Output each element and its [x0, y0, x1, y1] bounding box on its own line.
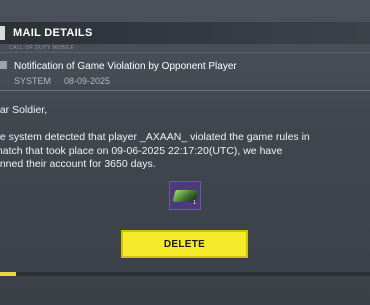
mail-icon [0, 61, 7, 69]
mail-sender: SYSTEM [14, 76, 52, 86]
delete-button[interactable]: DELETE [121, 230, 248, 258]
attachment-item[interactable]: 1 [169, 181, 201, 210]
title-marker [0, 26, 5, 40]
subject-divider [0, 90, 370, 91]
header-divider [0, 52, 370, 53]
mail-date: 08-09-2025 [64, 76, 111, 86]
mail-subject: Notification of Game Violation by Oppone… [14, 61, 237, 72]
attachment-count: 1 [193, 200, 196, 206]
mail-body-line: match that took place on 09-06-2025 22:1… [0, 145, 283, 157]
mail-body-line: anned their account for 3650 days. [0, 158, 156, 170]
game-logo-text: CALL OF DUTY MOBILE [9, 45, 75, 51]
scrollbar-thumb[interactable] [0, 272, 16, 276]
mail-body-line: he system detected that player _AXAAN_ v… [0, 131, 310, 143]
page-title: MAIL DETAILS [13, 27, 93, 39]
mail-details-screen: MAIL DETAILS CALL OF DUTY MOBILE Notific… [0, 0, 370, 305]
scrollbar-track [0, 272, 370, 276]
delete-button-label: DELETE [163, 238, 206, 250]
mail-greeting: ear Soldier, [0, 104, 48, 116]
